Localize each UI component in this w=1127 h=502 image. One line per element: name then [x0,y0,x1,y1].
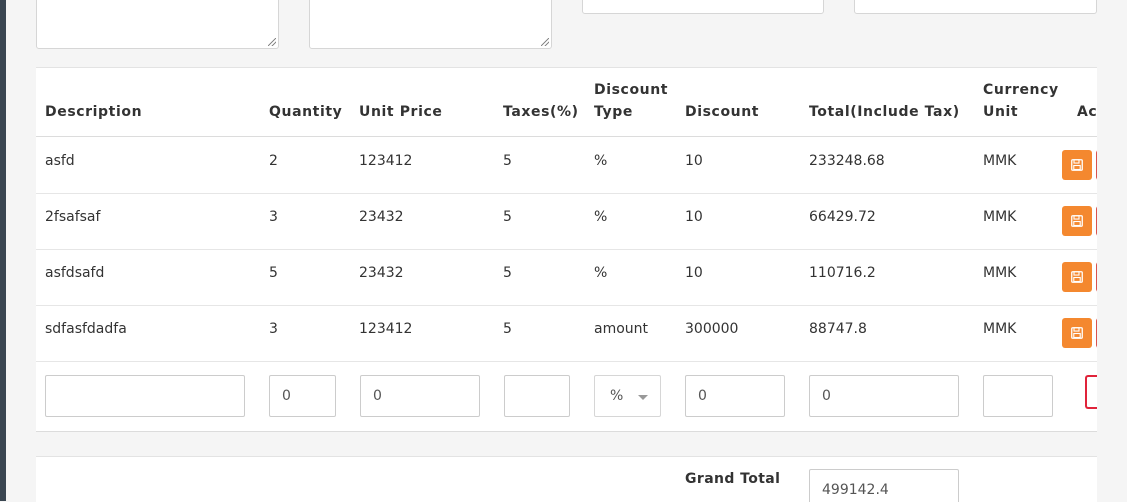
table-row-3-discount: 300000 [685,321,739,337]
table-row-1-description: 2fsafsaf [45,209,101,225]
floppy-disk-icon [1071,271,1083,283]
delete-button[interactable] [1096,318,1097,348]
new-taxes-input[interactable] [504,375,570,417]
new-discount-type-select[interactable]: % [594,375,661,417]
top-input-2[interactable] [854,0,1097,14]
delete-button[interactable] [1096,150,1097,180]
new-description-input[interactable] [45,375,245,417]
table-row-1-quantity: 3 [269,209,278,225]
header-discount-type-line1: Discount [594,82,669,98]
top-input-1[interactable] [582,0,824,14]
add-row-button[interactable] [1085,375,1097,409]
new-discount-input[interactable]: 0 [685,375,785,417]
table-row-3-quantity: 3 [269,321,278,337]
delete-button[interactable] [1096,262,1097,292]
table-row-3-taxes: 5 [503,321,512,337]
table-row-2-total: 110716.2 [809,265,876,281]
table-row-2-description: asfdsafd [45,265,105,281]
save-button[interactable] [1062,206,1092,236]
table-row-3-currency: MMK [983,321,1017,337]
grand-total-label: Grand Total [685,471,781,487]
table-row-0-total: 233248.68 [809,153,885,169]
table-row-2-discount: 10 [685,265,703,281]
table-footer-spacer [36,432,1097,456]
header-currency-line2: Unit [983,104,1019,120]
table-row-3-discount-type: amount [594,321,649,337]
save-button[interactable] [1062,318,1092,348]
table-row-3-description: sdfasfdadfa [45,321,127,337]
grand-total-input[interactable]: 499142.4 [809,469,959,502]
table-row-0-quantity: 2 [269,153,278,169]
table-row-2-discount-type: % [594,265,608,281]
footer-divider [36,456,1097,457]
table-row-1-taxes: 5 [503,209,512,225]
header-action: Action [1077,104,1097,120]
row-divider [36,361,1097,362]
table-row-0-description: asfd [45,153,75,169]
delete-button[interactable] [1096,206,1097,236]
row-divider [36,249,1097,250]
header-total: Total(Include Tax) [809,104,960,120]
header-discount-type-line2: Type [594,104,633,120]
header-divider [36,136,1097,137]
header-taxes: Taxes(%) [503,104,579,120]
header-unit-price: Unit Price [359,104,443,120]
table-row-1-discount: 10 [685,209,703,225]
table-row-2-currency: MMK [983,265,1017,281]
remarks-textarea[interactable] [309,0,552,49]
table-row-0-unit-price: 123412 [359,153,413,169]
new-currency-input[interactable] [983,375,1053,417]
table-row-3-total: 88747.8 [809,321,867,337]
row-divider [36,305,1097,306]
floppy-disk-icon [1071,215,1083,227]
header-discount: Discount [685,104,760,120]
save-button[interactable] [1062,262,1092,292]
new-total-input[interactable]: 0 [809,375,959,417]
new-quantity-input[interactable]: 0 [269,375,336,417]
table-row-0-discount: 10 [685,153,703,169]
table-row-2-taxes: 5 [503,265,512,281]
save-button[interactable] [1062,150,1092,180]
header-description: Description [45,104,143,120]
table-row-1-currency: MMK [983,209,1017,225]
floppy-disk-icon [1071,159,1083,171]
notes-textarea[interactable] [36,0,279,49]
row-divider [36,193,1097,194]
table-row-1-discount-type: % [594,209,608,225]
table-row-0-taxes: 5 [503,153,512,169]
floppy-disk-icon [1071,327,1083,339]
table-row-0-discount-type: % [594,153,608,169]
new-unit-price-input[interactable]: 0 [360,375,480,417]
resize-grip-icon[interactable] [268,38,276,46]
chevron-down-icon [638,395,648,400]
discount-type-selected: % [610,388,624,404]
table-row-3-unit-price: 123412 [359,321,413,337]
table-row-1-total: 66429.72 [809,209,876,225]
header-currency-line1: Currency [983,82,1059,98]
table-row-0-currency: MMK [983,153,1017,169]
table-row-2-quantity: 5 [269,265,278,281]
table-row-1-unit-price: 23432 [359,209,404,225]
sidebar-edge [0,0,6,501]
resize-grip-icon[interactable] [541,38,549,46]
items-table-panel: Description Quantity Unit Price Taxes(%)… [36,67,1097,502]
header-quantity: Quantity [269,104,343,120]
table-row-2-unit-price: 23432 [359,265,404,281]
